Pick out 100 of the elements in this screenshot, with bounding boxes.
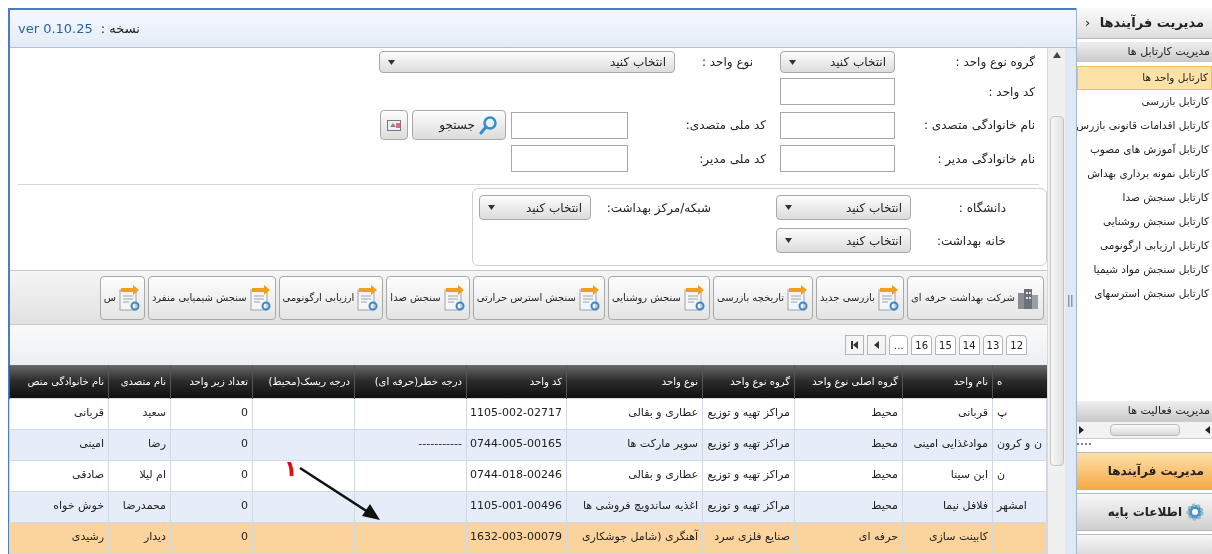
table-cell[interactable]: 0744-005-00165 bbox=[466, 429, 567, 460]
dropdown[interactable]: انتخاب کنید bbox=[379, 51, 675, 73]
table-cell[interactable]: 1105-001-00496 bbox=[466, 491, 567, 522]
table-cell[interactable]: محمدرضا bbox=[108, 491, 171, 522]
sidebar-item[interactable]: کارتابل اقدامات قانونی بازرس bbox=[1077, 114, 1212, 138]
table-cell[interactable]: اغذیه ساندویچ فروشی ها bbox=[566, 491, 703, 522]
toolbar-button[interactable]: تاریخچه بازرسی bbox=[712, 275, 814, 320]
scrollbar-thumb[interactable] bbox=[1109, 424, 1180, 436]
scrollbar-thumb[interactable] bbox=[1049, 116, 1064, 466]
table-cell[interactable]: امینی bbox=[9, 429, 109, 460]
scroll-up-icon[interactable] bbox=[1052, 52, 1061, 58]
previous-page-button[interactable] bbox=[867, 335, 887, 355]
table-cell[interactable]: ابن سینا bbox=[902, 460, 993, 491]
dropdown[interactable]: انتخاب کنید bbox=[776, 228, 911, 253]
column-header[interactable]: درجه خطر(حرفه ای) bbox=[354, 365, 467, 398]
table-cell[interactable]: رضا bbox=[108, 429, 171, 460]
table-cell[interactable]: قربانی bbox=[9, 398, 109, 429]
column-header[interactable]: نام متصدی bbox=[108, 365, 171, 398]
dropdown[interactable]: انتخاب کنید bbox=[479, 195, 591, 220]
table-cell[interactable]: موادغذایی امینی bbox=[902, 429, 993, 460]
sidebar-item[interactable]: کارتابل سنجش استرسهای bbox=[1077, 282, 1212, 306]
table-cell[interactable]: قربانی bbox=[902, 398, 993, 429]
toolbar-button[interactable]: س bbox=[99, 275, 145, 320]
toolbar-button[interactable]: سنجش شیمیایی منفرد bbox=[147, 275, 276, 320]
table-cell[interactable]: سوپر مارکت ها bbox=[566, 429, 703, 460]
toolbar-button[interactable]: سنجش صدا bbox=[386, 275, 470, 320]
toolbar-button[interactable]: شرکت بهداشت حرفه ای bbox=[906, 275, 1044, 320]
first-page-button[interactable] bbox=[845, 335, 865, 355]
table-cell[interactable]: خوش خواه bbox=[9, 491, 109, 522]
table-cell[interactable]: 1105-002-02717 bbox=[466, 398, 567, 429]
table-cell[interactable]: مراکز تهیه و توزیع bbox=[702, 429, 795, 460]
dropdown[interactable]: انتخاب کنید bbox=[776, 195, 911, 220]
nav-button[interactable]: اطلاعات پایه bbox=[1077, 493, 1212, 531]
input-field[interactable] bbox=[511, 145, 628, 172]
sidebar-item[interactable]: کارتابل آموزش های مصوب bbox=[1077, 138, 1212, 162]
table-cell[interactable]: 0 bbox=[170, 491, 253, 522]
table-cell[interactable]: محیط bbox=[794, 460, 903, 491]
table-cell[interactable]: محیط bbox=[794, 429, 903, 460]
table-cell[interactable]: 0744-018-00246 bbox=[466, 460, 567, 491]
sidebar-item[interactable]: کارتابل سنجش صدا bbox=[1077, 186, 1212, 210]
table-cell[interactable]: صنایع فلزی سرد bbox=[702, 522, 795, 553]
input-field[interactable] bbox=[780, 145, 895, 172]
column-header[interactable]: تعداد زیر واحد bbox=[170, 365, 253, 398]
table-cell[interactable]: عطاری و بقالی bbox=[566, 460, 703, 491]
page-button[interactable]: 16 bbox=[911, 335, 933, 355]
input-field[interactable] bbox=[511, 111, 628, 139]
column-header[interactable]: نوع واحد bbox=[566, 365, 703, 398]
table-cell[interactable]: 0 bbox=[170, 460, 253, 491]
table-cell[interactable]: 1632-003-00079 bbox=[466, 522, 567, 553]
table-cell[interactable]: رشیدی bbox=[9, 522, 109, 553]
sidebar-item[interactable]: کارتابل سنجش روشنایی bbox=[1077, 210, 1212, 234]
input-field[interactable] bbox=[780, 111, 895, 139]
vertical-scrollbar[interactable] bbox=[1047, 48, 1065, 554]
column-header[interactable]: کد واحد bbox=[466, 365, 567, 398]
nav-button[interactable]: مدیریت فرآیندها bbox=[1077, 452, 1212, 490]
page-button[interactable]: 14 bbox=[958, 335, 980, 355]
column-header[interactable]: درجه ریسک(محیط) bbox=[252, 365, 355, 398]
nav-button[interactable] bbox=[1077, 534, 1212, 554]
toolbar-button[interactable]: سنجش روشنایی bbox=[607, 275, 710, 320]
sidebar-item[interactable]: کارتابل نمونه برداری بهداش bbox=[1077, 162, 1212, 186]
table-cell[interactable]: کابینت سازی bbox=[902, 522, 993, 553]
sidebar-item[interactable]: کارتابل سنجش مواد شیمیا bbox=[1077, 258, 1212, 282]
table-cell[interactable]: ----------- bbox=[354, 429, 467, 460]
toolbar-button[interactable]: بازرسی جدید bbox=[816, 275, 904, 320]
table-cell[interactable]: حرفه ای bbox=[794, 522, 903, 553]
horizontal-scrollbar[interactable] bbox=[1077, 421, 1212, 439]
column-header[interactable]: ه bbox=[992, 365, 1047, 398]
table-cell[interactable]: محیط bbox=[794, 491, 903, 522]
page-button[interactable]: 12 bbox=[1006, 335, 1027, 355]
table-cell[interactable]: ن و کرون bbox=[992, 429, 1047, 460]
page-button[interactable]: ... bbox=[889, 335, 909, 355]
column-header[interactable]: گروه نوع واحد bbox=[702, 365, 795, 398]
column-header[interactable]: نام واحد bbox=[902, 365, 993, 398]
column-header[interactable]: گروه اصلی نوع واحد bbox=[794, 365, 903, 398]
sidebar-item[interactable]: کارتابل واحد ها bbox=[1077, 66, 1212, 90]
table-cell[interactable]: آهنگری (شامل جوشکاری bbox=[566, 522, 703, 553]
table-cell[interactable]: 0 bbox=[170, 429, 253, 460]
sidebar-item[interactable]: کارتابل بازرسی bbox=[1077, 90, 1212, 114]
page-button[interactable]: 15 bbox=[935, 335, 956, 355]
table-cell[interactable]: ن bbox=[992, 460, 1047, 491]
table-cell[interactable]: صادقی bbox=[9, 460, 109, 491]
clear-button[interactable] bbox=[380, 110, 408, 140]
toolbar-button[interactable]: ارزیابی ارگونومی bbox=[278, 275, 384, 320]
table-cell[interactable]: عطاری و بقالی bbox=[566, 398, 703, 429]
table-cell[interactable]: محیط bbox=[794, 398, 903, 429]
column-header[interactable]: نام خانوادگی متص bbox=[9, 365, 109, 398]
input-field[interactable] bbox=[780, 78, 895, 105]
dropdown[interactable]: انتخاب کنید bbox=[780, 51, 895, 73]
search-button[interactable]: جستجو bbox=[412, 110, 506, 140]
table-cell[interactable]: 0 bbox=[170, 398, 253, 429]
sidebar-item[interactable]: کارتابل ارزیابی ارگونومی bbox=[1077, 234, 1212, 258]
table-cell[interactable]: امشهر bbox=[992, 491, 1047, 522]
collapse-button[interactable]: ‹ bbox=[1085, 13, 1091, 33]
table-cell[interactable]: پ bbox=[992, 398, 1047, 429]
table-cell[interactable]: ام لیلا bbox=[108, 460, 171, 491]
table-cell[interactable]: 0 bbox=[170, 522, 253, 553]
page-button[interactable]: 13 bbox=[982, 335, 1004, 355]
table-cell[interactable]: سعید bbox=[108, 398, 171, 429]
toolbar-button[interactable]: سنجش استرس حرارتی bbox=[472, 275, 605, 320]
table-cell[interactable]: فلافل نیما bbox=[902, 491, 993, 522]
